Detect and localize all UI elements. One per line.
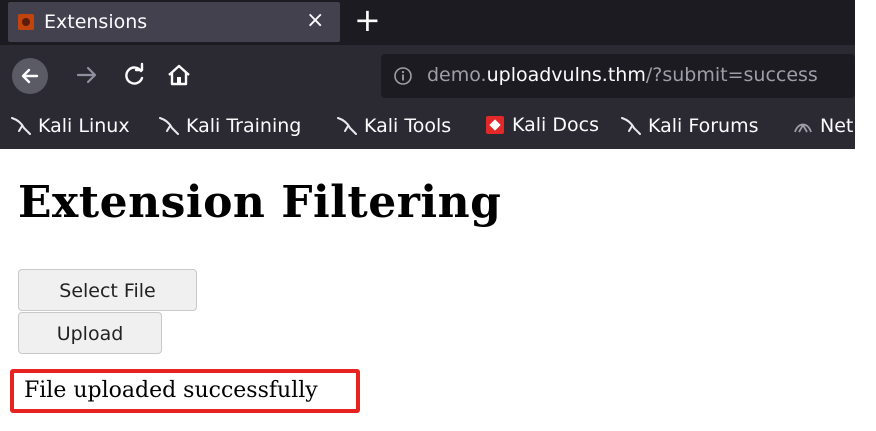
bookmark-label: Kali Docs bbox=[512, 114, 599, 136]
select-file-button[interactable]: Select File bbox=[18, 269, 197, 311]
tab-extensions[interactable]: Extensions × bbox=[8, 2, 340, 42]
bookmark-kali-forums[interactable]: Kali Forums bbox=[620, 114, 759, 137]
tab-close-icon[interactable]: × bbox=[306, 8, 324, 33]
url-bar[interactable]: demo.uploadvulns.thm/?submit=success bbox=[381, 54, 855, 98]
url-text: demo.uploadvulns.thm/?submit=success bbox=[427, 64, 818, 86]
kali-dragon-icon bbox=[159, 117, 179, 135]
page-title: Extension Filtering bbox=[18, 177, 502, 228]
kali-dragon-icon bbox=[11, 117, 31, 135]
bookmark-kali-tools[interactable]: Kali Tools bbox=[336, 114, 451, 137]
url-host: uploadvulns.thm bbox=[486, 64, 646, 86]
status-highlight: File uploaded successfully bbox=[10, 369, 360, 413]
forward-arrow-icon[interactable] bbox=[72, 60, 102, 90]
tab-bar: Extensions × + bbox=[0, 0, 855, 45]
info-icon[interactable] bbox=[393, 66, 413, 86]
kali-docs-icon bbox=[486, 116, 504, 134]
upload-button[interactable]: Upload bbox=[18, 312, 162, 354]
bookmark-kali-docs[interactable]: Kali Docs bbox=[486, 114, 599, 136]
tab-title: Extensions bbox=[44, 11, 148, 33]
kali-dragon-icon bbox=[337, 117, 357, 135]
bookmark-label: Net bbox=[820, 115, 854, 137]
kali-dragon-icon bbox=[621, 117, 641, 135]
reload-icon[interactable] bbox=[120, 60, 150, 90]
net-icon bbox=[794, 123, 812, 133]
tab-favicon-icon bbox=[18, 14, 34, 30]
back-arrow-icon bbox=[21, 68, 39, 84]
bookmarks-toolbar: Kali Linux Kali Training Kali Tools Kali… bbox=[0, 106, 855, 146]
bookmark-label: Kali Linux bbox=[38, 115, 130, 137]
url-prefix: demo. bbox=[427, 64, 487, 86]
bookmark-label: Kali Forums bbox=[648, 115, 759, 137]
new-tab-button[interactable]: + bbox=[354, 0, 381, 40]
bookmark-label: Kali Training bbox=[186, 115, 302, 137]
browser-chrome: Extensions × + demo.uploadvulns.thm/?sub… bbox=[0, 0, 855, 149]
url-path: /?submit=success bbox=[645, 64, 818, 86]
bookmark-label: Kali Tools bbox=[364, 115, 452, 137]
bookmark-kali-linux[interactable]: Kali Linux bbox=[10, 114, 130, 137]
status-message: File uploaded successfully bbox=[24, 378, 318, 403]
bookmark-net[interactable]: Net bbox=[792, 114, 853, 137]
home-icon[interactable] bbox=[164, 60, 194, 90]
bookmark-kali-training[interactable]: Kali Training bbox=[158, 114, 301, 137]
nav-bar: demo.uploadvulns.thm/?submit=success bbox=[0, 50, 855, 102]
back-button[interactable] bbox=[12, 58, 48, 94]
